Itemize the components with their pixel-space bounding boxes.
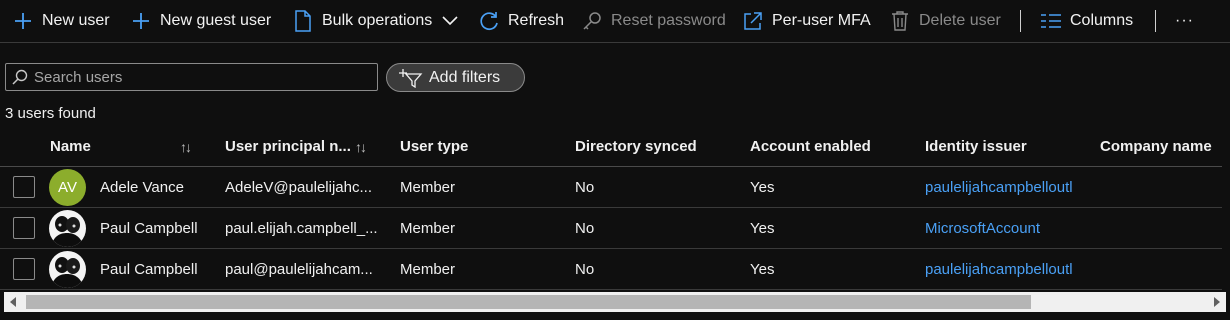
columns-icon: [1040, 10, 1062, 32]
table-row[interactable]: Paul Campbell paul.elijah.campbell_... M…: [0, 208, 1222, 249]
user-type: Member: [400, 219, 456, 237]
sort-icon[interactable]: ↑↓: [180, 127, 205, 166]
sort-icon[interactable]: ↑↓: [355, 127, 380, 166]
search-icon: [6, 69, 34, 85]
row-checkbox[interactable]: [13, 258, 35, 280]
avatar-photo: [49, 210, 86, 247]
toolbar-divider: [1020, 10, 1021, 32]
column-header-account-enabled[interactable]: Account enabled: [750, 127, 920, 166]
delete-user-button[interactable]: Delete user: [889, 0, 1001, 42]
directory-synced: No: [575, 219, 595, 237]
account-enabled: Yes: [750, 219, 775, 237]
per-user-mfa-label: Per-user MFA: [772, 12, 871, 29]
column-header-label: Identity issuer: [925, 138, 1027, 155]
user-principal-name: paul@paulelijahcam...: [225, 260, 373, 278]
columns-button[interactable]: Columns: [1040, 0, 1133, 42]
row-checkbox[interactable]: [13, 217, 35, 239]
directory-synced: No: [575, 260, 595, 278]
user-principal-name: paul.elijah.campbell_...: [225, 219, 378, 237]
account-enabled: Yes: [750, 260, 775, 278]
bulk-operations-button[interactable]: Bulk operations: [292, 0, 458, 42]
bulk-operations-label: Bulk operations: [322, 12, 433, 29]
per-user-mfa-button[interactable]: Per-user MFA: [742, 0, 871, 42]
refresh-button[interactable]: Refresh: [478, 0, 564, 42]
more-icon: ···: [1175, 12, 1194, 29]
avatar: AV: [49, 169, 86, 206]
filter-plus-icon: [399, 68, 423, 88]
chevron-down-icon: [442, 16, 458, 26]
scroll-right-arrow-icon[interactable]: [1214, 297, 1220, 307]
horizontal-scrollbar[interactable]: [4, 292, 1226, 312]
user-type: Member: [400, 178, 456, 196]
command-bar: New user New guest user Bulk operations …: [0, 0, 1230, 43]
new-guest-user-button[interactable]: New guest user: [130, 0, 271, 42]
table-header: Name ↑↓ User principal n... ↑↓ User type…: [0, 127, 1222, 167]
column-header-upn[interactable]: User principal n...: [225, 127, 355, 166]
column-header-directory-synced[interactable]: Directory synced: [575, 127, 745, 166]
table-row[interactable]: AV Adele Vance AdeleV@paulelijahc... Mem…: [0, 167, 1222, 208]
scrollbar-thumb[interactable]: [26, 295, 1031, 309]
column-header-label: Directory synced: [575, 138, 697, 155]
document-icon: [292, 10, 314, 32]
plus-icon: [130, 10, 152, 32]
column-header-label: Company name: [1100, 138, 1212, 155]
column-header-company-name[interactable]: Company name: [1100, 127, 1222, 166]
user-name-link[interactable]: Adele Vance: [100, 167, 220, 207]
sort-glyph: ↑↓: [180, 138, 192, 155]
sort-glyph: ↑↓: [355, 138, 367, 155]
toolbar-divider: [1155, 10, 1156, 32]
column-header-identity-issuer[interactable]: Identity issuer: [925, 127, 1095, 166]
new-user-button[interactable]: New user: [12, 0, 110, 42]
avatar-photo: [49, 251, 86, 288]
company-name: [1100, 167, 1222, 207]
directory-synced: No: [575, 178, 595, 196]
account-enabled: Yes: [750, 178, 775, 196]
new-user-label: New user: [42, 12, 110, 29]
key-icon: [581, 10, 603, 32]
company-name: [1100, 208, 1222, 248]
reset-password-button[interactable]: Reset password: [581, 0, 726, 42]
column-header-label: Account enabled: [750, 138, 871, 155]
delete-user-label: Delete user: [919, 12, 1001, 29]
column-header-name[interactable]: Name: [50, 127, 175, 166]
reset-password-label: Reset password: [611, 12, 726, 29]
refresh-icon: [478, 10, 500, 32]
user-type: Member: [400, 260, 456, 278]
identity-issuer-link[interactable]: paulelijahcampbelloutl: [925, 249, 1090, 289]
more-options-button[interactable]: ···: [1175, 0, 1194, 42]
trash-icon: [889, 10, 911, 32]
scroll-left-arrow-icon[interactable]: [10, 297, 16, 307]
avatar-initials: AV: [58, 179, 77, 196]
users-table: Name ↑↓ User principal n... ↑↓ User type…: [0, 127, 1230, 290]
column-header-label: Name: [50, 138, 91, 155]
identity-issuer-link[interactable]: MicrosoftAccount: [925, 208, 1090, 248]
search-box: [5, 63, 378, 91]
external-link-icon: [742, 10, 764, 32]
row-checkbox[interactable]: [13, 176, 35, 198]
results-count: 3 users found: [5, 105, 96, 122]
user-principal-name: AdeleV@paulelijahc...: [225, 178, 372, 196]
table-row[interactable]: Paul Campbell paul@paulelijahcam... Memb…: [0, 249, 1222, 290]
plus-icon: [12, 10, 34, 32]
columns-label: Columns: [1070, 12, 1134, 29]
column-header-user-type[interactable]: User type: [400, 127, 570, 166]
user-name-link[interactable]: Paul Campbell: [100, 208, 220, 248]
column-header-label: User type: [400, 138, 469, 155]
identity-issuer-link[interactable]: paulelijahcampbelloutl: [925, 167, 1090, 207]
search-input[interactable]: [34, 68, 377, 86]
column-header-label: User principal n...: [225, 138, 351, 155]
refresh-label: Refresh: [508, 12, 565, 29]
add-filters-button[interactable]: Add filters: [386, 63, 525, 92]
new-guest-user-label: New guest user: [160, 12, 272, 29]
add-filters-label: Add filters: [429, 68, 501, 86]
company-name: [1100, 249, 1222, 289]
user-name-link[interactable]: Paul Campbell: [100, 249, 220, 289]
